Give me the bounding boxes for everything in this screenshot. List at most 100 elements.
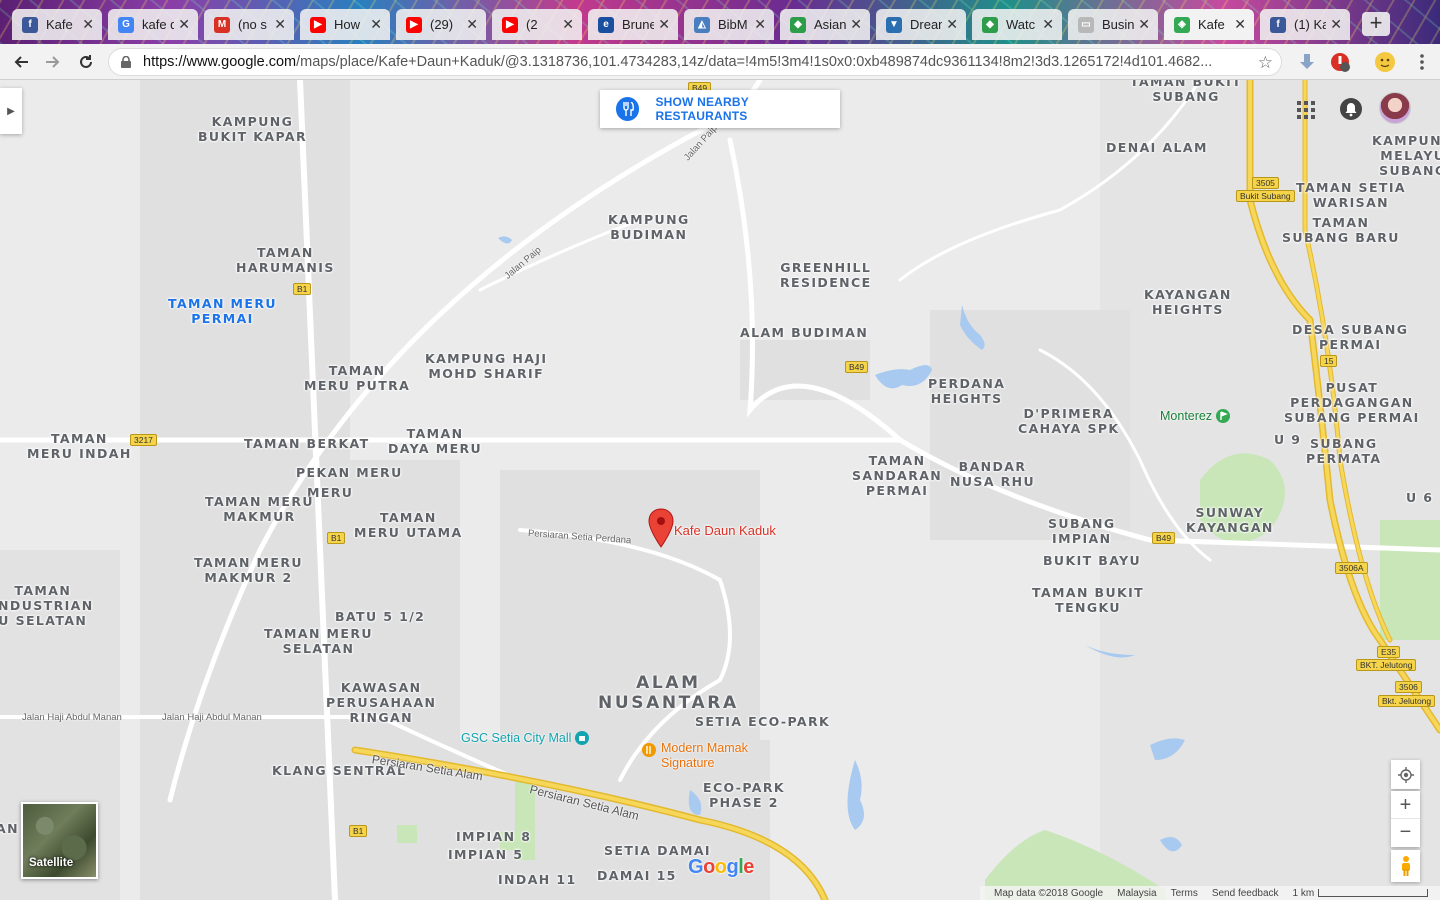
poi-monterez[interactable]: Monterez — [1160, 408, 1231, 424]
tab-title: Kafe — [1198, 17, 1225, 32]
tab-favicon-icon: f — [22, 16, 38, 33]
poi-gsc-setia-city-mall[interactable]: GSC Setia City Mall — [461, 730, 590, 746]
tab-close-icon[interactable]: ✕ — [658, 16, 670, 33]
nearby-button-label: SHOW NEARBY RESTAURANTS — [655, 95, 749, 123]
browser-tab[interactable]: ◭ BibM ✕ — [684, 9, 774, 40]
chevron-right-icon: ▶ — [7, 105, 15, 117]
map-canvas[interactable]: KAMPUNG BUKIT KAPAR TAMAN HARUMANIS TAMAN … — [0, 80, 1440, 900]
place-marker-icon[interactable] — [648, 508, 674, 548]
browser-tab[interactable]: Gkafe d ✕ — [108, 9, 198, 40]
restaurant-icon — [616, 97, 640, 121]
browser-tab[interactable]: M (no s ✕ — [204, 9, 294, 40]
tab-close-icon[interactable]: ✕ — [850, 16, 862, 33]
tab-close-icon[interactable]: ✕ — [946, 16, 958, 33]
tab-close-icon[interactable]: ✕ — [1138, 16, 1150, 33]
tab-favicon-icon: e — [598, 16, 614, 33]
area-label: D'PRIMERA CAHAYA SPK — [1018, 406, 1120, 436]
scale-label[interactable]: 1 km — [1293, 888, 1315, 899]
tab-title: Dream — [910, 17, 942, 32]
area-label: TAMAN MERU INDAH — [27, 431, 132, 461]
browser-tab[interactable]: ▶ How ✕ — [300, 9, 390, 40]
area-label: BUKIT BAYU — [1043, 553, 1142, 568]
browser-tab[interactable]: ◆ Asian ✕ — [780, 9, 870, 40]
road-shield: Bkt. Jelutong — [1378, 695, 1436, 707]
apps-grid-icon[interactable] — [1296, 100, 1316, 120]
area-label: TAMAN SETIA WARISAN — [1296, 180, 1406, 210]
download-extension-icon[interactable] — [1297, 52, 1317, 72]
area-label: IMPIAN 5 — [448, 847, 524, 862]
tab-close-icon[interactable]: ✕ — [82, 16, 94, 33]
tab-close-icon[interactable]: ✕ — [562, 16, 574, 33]
adblock-extension-icon[interactable] — [1330, 52, 1350, 72]
tab-favicon-icon: ◆ — [790, 16, 806, 33]
notifications-bell-icon[interactable] — [1340, 98, 1362, 120]
new-tab-button[interactable]: + — [1362, 12, 1390, 36]
area-label: ALAM NUSANTARA — [598, 673, 739, 713]
browser-menu-icon[interactable] — [1412, 52, 1432, 72]
browser-tab[interactable]: ▶ (29) ✕ — [396, 9, 486, 40]
browser-tab[interactable]: ▶ (2 ✕ — [492, 9, 582, 40]
scale-bar — [1318, 889, 1429, 897]
account-avatar[interactable] — [1379, 92, 1411, 124]
tab-close-icon[interactable]: ✕ — [370, 16, 382, 33]
browser-tab[interactable]: f (1) Ka ✕ — [1260, 9, 1350, 40]
zoom-in-button[interactable]: + — [1391, 792, 1420, 819]
tab-favicon-icon: f — [1270, 16, 1286, 33]
bookmark-star-icon[interactable]: ☆ — [1258, 53, 1273, 73]
browser-tab[interactable]: ◆ Watc ✕ — [972, 9, 1062, 40]
tab-close-icon[interactable]: ✕ — [1330, 16, 1342, 33]
side-panel-toggle[interactable]: ▶ — [0, 88, 22, 134]
send-feedback-link[interactable]: Send feedback — [1212, 888, 1279, 899]
forward-arrow-icon — [46, 56, 60, 68]
golf-pin-icon — [1216, 409, 1231, 423]
zoom-out-button[interactable]: − — [1391, 819, 1420, 846]
area-label: TAMAN INDUSTRIAN U SELATAN — [0, 583, 94, 628]
lock-icon — [121, 56, 131, 68]
tab-close-icon[interactable]: ✕ — [1042, 16, 1054, 33]
tab-title: Busin — [1102, 17, 1135, 32]
back-button[interactable] — [8, 49, 34, 75]
road-shield: 3506 — [1395, 681, 1422, 693]
poi-label: Modern Mamak Signature — [661, 741, 748, 770]
region-label[interactable]: Malaysia — [1117, 888, 1156, 899]
tab-close-icon[interactable]: ✕ — [274, 16, 286, 33]
tab-title: BibM — [718, 17, 748, 32]
tab-favicon-icon: ◆ — [982, 16, 998, 33]
area-label: DESA SUBANG PERMAI — [1292, 322, 1409, 352]
road-shield: Bukit Subang — [1236, 190, 1295, 202]
browser-tab[interactable]: ◈ Kafe ✕ — [1164, 9, 1254, 40]
tab-title: (2 — [526, 17, 538, 32]
browser-tab[interactable]: f Kafe ✕ — [12, 9, 102, 40]
emoji-extension-icon[interactable] — [1374, 51, 1396, 73]
browser-tab[interactable]: ▼ Dream ✕ — [876, 9, 966, 40]
forward-button[interactable] — [40, 49, 66, 75]
tab-title: (1) Ka — [1294, 17, 1327, 32]
tab-close-icon[interactable]: ✕ — [178, 16, 190, 33]
tab-close-icon[interactable]: ✕ — [754, 16, 766, 33]
browser-tab[interactable]: ▭ Busin ✕ — [1068, 9, 1158, 40]
place-name-label[interactable]: Kafe Daun Kaduk — [674, 523, 776, 538]
tab-title: Asian — [814, 17, 847, 32]
browser-tab[interactable]: e Brune ✕ — [588, 9, 678, 40]
reload-button[interactable] — [73, 49, 99, 75]
road-shield: B49 — [1152, 532, 1176, 544]
tab-close-icon[interactable]: ✕ — [1234, 16, 1246, 33]
show-nearby-restaurants-button[interactable]: SHOW NEARBY RESTAURANTS — [600, 90, 840, 128]
map-footer: Map data ©2018 Google Malaysia Terms Sen… — [980, 886, 1440, 900]
road-label: Jalan Haji Abdul Manan — [162, 712, 262, 723]
my-location-button[interactable] — [1391, 760, 1420, 789]
tab-title: (no s — [238, 17, 267, 32]
tab-favicon-icon: ▶ — [406, 16, 422, 33]
poi-modern-mamak-signature[interactable]: Modern Mamak Signature — [641, 741, 748, 771]
tab-close-icon[interactable]: ✕ — [466, 16, 478, 33]
pegman-street-view[interactable] — [1391, 850, 1420, 882]
reload-icon — [80, 55, 92, 68]
terms-link[interactable]: Terms — [1171, 888, 1198, 899]
road-shield: B49 — [845, 361, 869, 373]
area-label: GREENHILL RESIDENCE — [780, 260, 872, 290]
area-label: DAMAI 15 — [597, 868, 677, 883]
tab-title: Kafe — [46, 17, 73, 32]
satellite-toggle-button[interactable]: Satellite — [21, 802, 98, 879]
address-bar[interactable]: https://www.google.com/maps/place/Kafe+D… — [108, 48, 1282, 76]
poi-label: Monterez — [1160, 409, 1213, 423]
